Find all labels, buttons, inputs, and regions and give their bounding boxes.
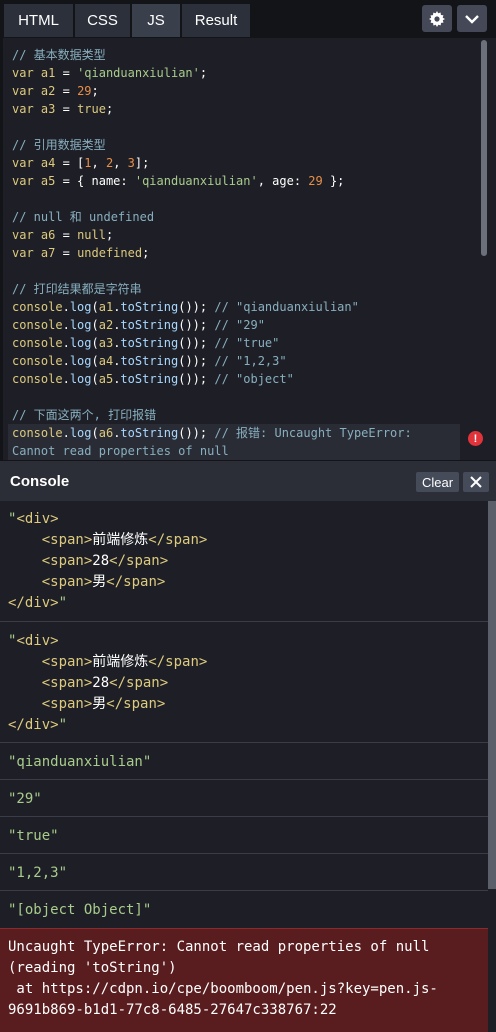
console-header: Console Clear [0, 460, 496, 501]
tab-js-label: JS [147, 12, 165, 29]
error-stack-link[interactable]: at https://cdpn.io/cpe/boomboom/pen.js?k… [8, 979, 488, 1000]
console-entry: "1,2,3" [0, 854, 488, 891]
console-line: <span>男</span> [41, 574, 166, 590]
console-line: "<div> [8, 633, 59, 649]
code-line: console.log(a4.toString()); // "1,2,3" [12, 354, 287, 368]
code-line: console.log(a2.toString()); // "29" [12, 318, 265, 332]
code-line-error-wrap: Cannot read properties of null [8, 442, 460, 460]
close-console-button[interactable] [463, 472, 489, 492]
console-entry: "29" [0, 780, 488, 817]
error-message: (reading 'toString') [8, 960, 177, 976]
code-line: // null 和 undefined [12, 210, 155, 224]
tab-js[interactable]: JS [132, 4, 180, 37]
code-line: console.log(a1.toString()); // "qianduan… [12, 300, 359, 314]
console-line: <span>28</span> [41, 553, 169, 569]
tab-result-label: Result [194, 12, 238, 29]
tab-css[interactable]: CSS [75, 4, 130, 37]
console-line: <span>男</span> [41, 696, 166, 712]
editor-tab-bar: HTML CSS JS Result [0, 0, 496, 38]
collapse-button[interactable] [457, 5, 487, 32]
console-line: <span>28</span> [41, 675, 169, 691]
code-line: var a2 = 29; [12, 84, 99, 98]
code-line: var a6 = null; [12, 228, 114, 242]
console-entry: "<div> <span>前端修炼</span> <span>28</span>… [0, 509, 488, 622]
console-line: "29" [8, 791, 42, 807]
code-line: console.log(a5.toString()); // "object" [12, 372, 294, 386]
console-entry: "<div> <span>前端修炼</span> <span>28</span>… [0, 631, 488, 743]
code-line: var a5 = { name: 'qianduanxiulian', age:… [12, 174, 345, 188]
tab-html-label: HTML [18, 12, 59, 29]
clear-button[interactable]: Clear [416, 472, 459, 492]
code-line: var a7 = undefined; [12, 246, 150, 260]
console-line: "<div> [8, 511, 59, 527]
code-line: // 打印结果都是字符串 [12, 282, 142, 296]
tab-html[interactable]: HTML [4, 4, 73, 37]
console-line: "1,2,3" [8, 865, 68, 881]
console-entry: "true" [0, 817, 488, 854]
tab-css-label: CSS [87, 12, 118, 29]
console-line: "true" [8, 828, 59, 844]
error-icon[interactable]: ! [468, 431, 483, 446]
console-line: </div>" [8, 717, 68, 733]
console-entry: "qianduanxiulian" [0, 743, 488, 780]
editor-gutter-border [0, 38, 3, 460]
console-error-entry: Uncaught TypeError: Cannot read properti… [0, 928, 488, 1032]
console-line: </div>" [8, 595, 68, 611]
console-line: "[object Object]" [8, 902, 152, 918]
console-entry: "[object Object]" [0, 891, 488, 928]
gear-icon [429, 10, 445, 27]
close-icon [470, 476, 482, 488]
code-line: var a4 = [1, 2, 3]; [12, 156, 150, 170]
error-message: Uncaught TypeError: Cannot read properti… [8, 939, 430, 955]
code-line: console.log(a3.toString()); // "true" [12, 336, 280, 350]
code-line: var a1 = 'qianduanxiulian'; [12, 66, 208, 80]
code-line: var a3 = true; [12, 102, 114, 116]
settings-button[interactable] [422, 5, 452, 32]
console-title: Console [10, 473, 70, 490]
editor-scrollbar[interactable] [481, 40, 487, 256]
code-line: // 基本数据类型 [12, 48, 106, 62]
console-line: <span>前端修炼</span> [41, 654, 208, 670]
error-stack-link[interactable]: 9691b869-b1d1-77c8-6485-27647c338767:22 [8, 1000, 488, 1021]
console-line: <span>前端修炼</span> [41, 532, 208, 548]
console-scrollbar[interactable] [488, 501, 496, 889]
chevron-down-icon [465, 14, 479, 24]
code-line: // 下面这两个, 打印报错 [12, 408, 157, 422]
console-line: "qianduanxiulian" [8, 754, 152, 770]
code-line: // 引用数据类型 [12, 138, 106, 152]
code-line-error: console.log(a6.toString()); // 报错: Uncau… [8, 424, 460, 442]
tab-result[interactable]: Result [182, 4, 250, 37]
